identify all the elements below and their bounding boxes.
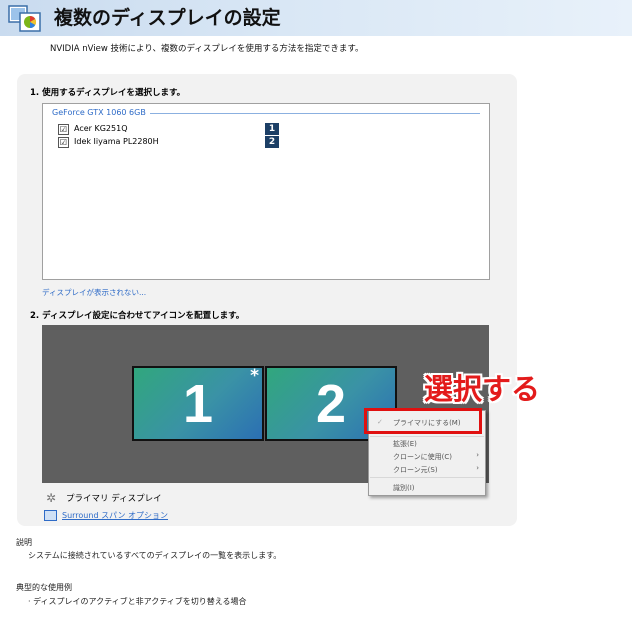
gpu-label: GeForce GTX 1060 6GB: [52, 108, 150, 117]
display-not-shown-link[interactable]: ディスプレイが表示されない...: [42, 287, 146, 298]
star-icon: ✲: [46, 491, 57, 505]
menu-item-identify[interactable]: 識別(I): [393, 483, 415, 493]
section1-title: 1. 使用するディスプレイを選択します。: [30, 88, 186, 98]
menu-separator: [370, 436, 484, 437]
surround-span-options-link[interactable]: Surround スパン オプション: [62, 510, 168, 521]
usage-text: · ディスプレイのアクティブと非アクティブを切り替える場合: [28, 597, 247, 606]
menu-item-clone-source[interactable]: クローン元(S): [393, 465, 438, 475]
gpu-group-line: [150, 113, 480, 114]
description-text: システムに接続されているすべてのディスプレイの一覧を表示します。: [28, 551, 282, 560]
description-title: 説明: [16, 538, 32, 547]
chevron-right-icon: ›: [476, 464, 479, 472]
menu-separator: [370, 477, 484, 478]
display-2-name[interactable]: Idek Iiyama PL2280H: [74, 137, 159, 146]
surround-display-icon: [44, 510, 57, 521]
primary-star-icon: *: [250, 366, 259, 386]
multi-display-icon: [8, 4, 42, 34]
usage-title: 典型的な使用例: [16, 583, 72, 592]
primary-display-legend: プライマリ ディスプレイ: [66, 494, 162, 504]
menu-item-extend[interactable]: 拡張(E): [393, 439, 417, 449]
annotation-highlight-box: [364, 408, 482, 434]
display-2-number-badge: 2: [265, 136, 279, 148]
chevron-right-icon: ›: [476, 451, 479, 459]
annotation-text: 選択する: [424, 372, 541, 406]
monitor-1[interactable]: 1 *: [132, 366, 264, 441]
display-2-checkbox[interactable]: ☑: [58, 137, 69, 148]
monitor-1-number: 1: [182, 374, 214, 434]
display-1-number-badge: 1: [265, 123, 279, 135]
page-subtitle: NVIDIA nView 技術により、複数のディスプレイを使用する方法を指定でき…: [50, 44, 364, 54]
page-title: 複数のディスプレイの設定: [54, 7, 281, 29]
display-1-checkbox[interactable]: ☑: [58, 124, 69, 135]
menu-item-clone-use[interactable]: クローンに使用(C): [393, 452, 452, 462]
display-1-name[interactable]: Acer KG251Q: [74, 124, 128, 133]
section2-title: 2. ディスプレイ設定に合わせてアイコンを配置します。: [30, 311, 245, 321]
